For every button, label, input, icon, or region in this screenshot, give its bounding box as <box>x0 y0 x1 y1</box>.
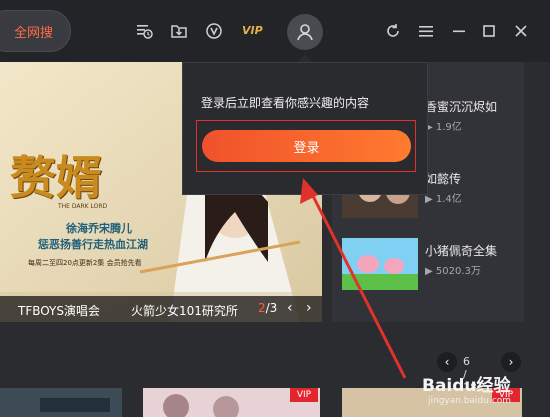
list-item-title: 香蜜沉沉烬如 <box>425 100 498 114</box>
maximize-icon[interactable] <box>480 22 498 40</box>
banner-pager-total: /3 <box>265 301 278 315</box>
list-item[interactable]: 小猪佩奇全集 ▶ 5020.3万 <box>342 238 522 294</box>
list-item-title: 小猪佩奇全集 <box>425 244 498 258</box>
list-item-title: 如懿传 <box>425 172 462 186</box>
vip-badge: VIP <box>290 388 318 402</box>
login-popover: 登录后立即查看你感兴趣的内容 登录 <box>182 62 428 195</box>
history-icon[interactable] <box>135 22 153 40</box>
banner-pager: 2/3 <box>258 301 277 315</box>
thumbnail-figure <box>213 396 239 417</box>
title-bar: 全网搜 VIP <box>0 0 550 62</box>
minimize-icon[interactable] <box>450 22 468 40</box>
menu-icon[interactable] <box>417 22 435 40</box>
banner-pager-current: 2 <box>258 301 266 315</box>
watermark-text: Baidu经验 <box>422 376 511 396</box>
list-item-count: ▶ 1.9亿 <box>425 122 462 133</box>
poster-subtitle: THE DARK LORD <box>58 203 108 210</box>
poster-title: 赘婿 <box>10 151 102 205</box>
list-item-thumbnail <box>342 238 418 290</box>
download-icon[interactable] <box>170 22 188 40</box>
search-tab-label: 全网搜 <box>13 25 53 41</box>
banner-caption-2[interactable]: 火箭少女101研究所 <box>131 302 238 319</box>
v-badge-icon[interactable] <box>205 22 223 40</box>
close-icon[interactable] <box>512 22 530 40</box>
thumbnail-logo-strip <box>40 398 110 412</box>
app-window: 全网搜 VIP 赘婿 THE DARK LORD 徐海乔宋腾儿 惩恶扬善行走热血… <box>0 0 550 417</box>
poster-tagline-2: 惩恶扬善行走热血江湖 <box>38 238 148 251</box>
baidu-watermark: Baidu经验 jingyan.baidu.com <box>420 365 545 415</box>
banner-caption-1[interactable]: TFBOYS演唱会 <box>18 302 100 319</box>
login-button[interactable]: 登录 <box>202 130 411 162</box>
watermark-sub: jingyan.baidu.com <box>428 396 512 406</box>
list-item-count: ▶ 1.4亿 <box>425 194 462 205</box>
bottom-thumbnail[interactable] <box>0 388 122 417</box>
banner-caption-bar: TFBOYS演唱会 火箭少女101研究所 2/3 ‹ › <box>0 296 322 322</box>
login-prompt-text: 登录后立即查看你感兴趣的内容 <box>201 96 370 110</box>
poster-date: 每周二至四20点更新2集 会员抢先看 <box>28 259 142 267</box>
banner-next-icon[interactable]: › <box>306 300 320 316</box>
vip-link[interactable]: VIP <box>242 24 263 37</box>
avatar-icon <box>297 24 313 41</box>
bottom-thumbnail[interactable]: VIP <box>143 388 320 417</box>
search-tab-button[interactable]: 全网搜 <box>0 10 71 52</box>
poster-tagline-1: 徐海乔宋腾儿 <box>66 222 132 235</box>
thumbnail-figure <box>163 394 189 417</box>
avatar-button[interactable] <box>287 14 323 50</box>
refresh-icon[interactable] <box>384 22 402 40</box>
banner-prev-icon[interactable]: ‹ <box>287 300 301 316</box>
list-item-count: ▶ 5020.3万 <box>425 266 481 277</box>
